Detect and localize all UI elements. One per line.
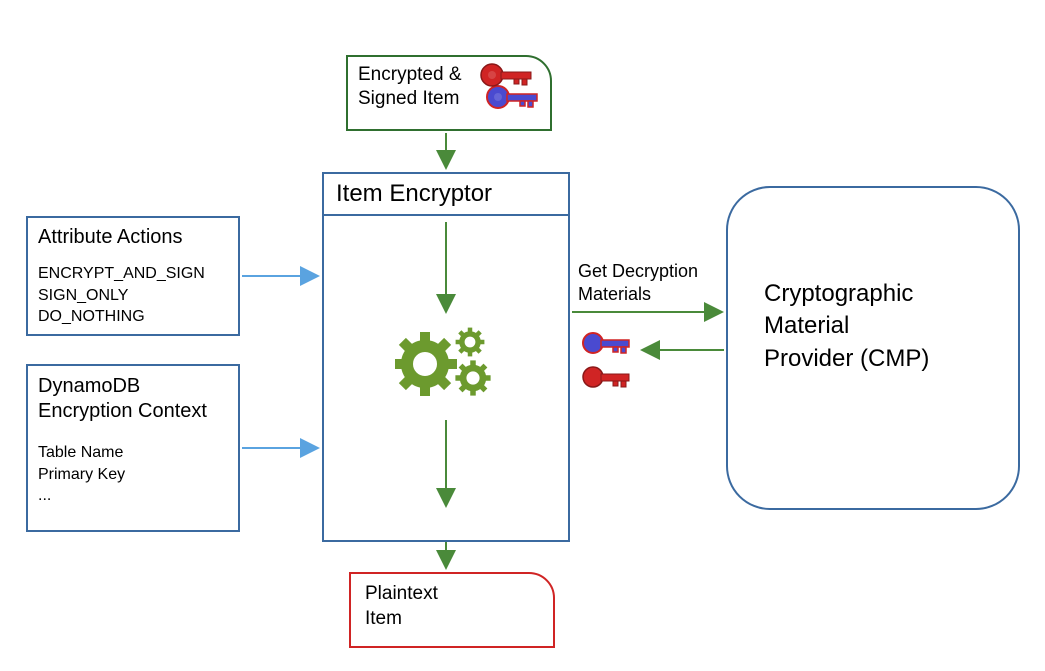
plaintext-line: Item <box>365 607 539 632</box>
cmp-line: Cryptographic <box>764 278 998 310</box>
encryption-context-item: Primary Key <box>38 464 228 486</box>
encrypted-signed-item-box: Encrypted & Signed Item <box>346 55 552 131</box>
encryption-context-item: Table Name <box>38 442 228 464</box>
key-icons-middle <box>580 330 640 406</box>
attribute-actions-title: Attribute Actions <box>38 226 228 249</box>
get-decryption-materials-label: Get Decryption Materials <box>578 260 698 305</box>
cmp-line: Material <box>764 310 998 342</box>
attribute-actions-body: ENCRYPT_AND_SIGN SIGN_ONLY DO_NOTHING <box>38 263 228 328</box>
encryption-context-body: Table Name Primary Key ... <box>38 442 228 507</box>
gears-icon <box>395 320 505 416</box>
encryption-context-item: ... <box>38 485 228 507</box>
encryption-context-box: DynamoDB Encryption Context Table Name P… <box>26 364 240 532</box>
attribute-action-item: SIGN_ONLY <box>38 285 228 307</box>
item-encryptor-title: Item Encryptor <box>324 174 568 216</box>
attribute-actions-box: Attribute Actions ENCRYPT_AND_SIGN SIGN_… <box>26 216 240 336</box>
encryption-context-title: DynamoDB Encryption Context <box>38 374 228 424</box>
cmp-line: Provider (CMP) <box>764 343 998 375</box>
cmp-box: Cryptographic Material Provider (CMP) <box>726 186 1020 510</box>
attribute-action-item: ENCRYPT_AND_SIGN <box>38 263 228 285</box>
key-icons-top <box>478 63 548 126</box>
plaintext-line: Plaintext <box>365 582 539 607</box>
attribute-action-item: DO_NOTHING <box>38 306 228 328</box>
plaintext-item-box: Plaintext Item <box>349 572 555 648</box>
